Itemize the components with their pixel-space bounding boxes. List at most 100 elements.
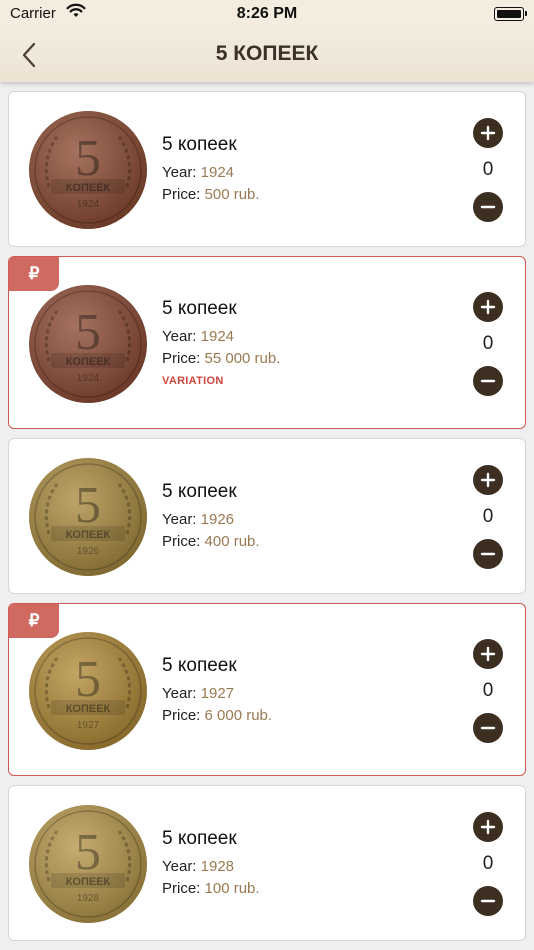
svg-text:5: 5 xyxy=(75,651,101,708)
year-label: Year: xyxy=(162,164,197,181)
coin-image: 5 КОПЕЕК 1924 xyxy=(27,283,149,405)
price-label: Price: xyxy=(162,186,201,203)
svg-text:1928: 1928 xyxy=(77,893,100,904)
price-label: Price: xyxy=(162,349,201,367)
navigation-bar: 5 КОПЕЕК xyxy=(0,28,534,82)
increment-button[interactable] xyxy=(473,465,503,495)
svg-text:КОПЕЕК: КОПЕЕК xyxy=(66,876,111,888)
price-value: 100 rub. xyxy=(204,880,260,897)
year-value: 1926 xyxy=(200,511,235,528)
year-label: Year: xyxy=(162,684,197,702)
minus-icon xyxy=(480,899,496,903)
coin-name: 5 копеек xyxy=(162,828,237,849)
quantity-value: 0 xyxy=(482,159,494,180)
year-row: Year: 1924 xyxy=(162,162,260,184)
year-row: Year: 1928 xyxy=(162,856,260,878)
svg-text:1927: 1927 xyxy=(77,720,100,731)
coin-card[interactable]: ₽ 5 КОПЕЕК xyxy=(8,603,526,776)
coin-card[interactable]: ₽ 5 КОПЕЕК xyxy=(8,256,526,429)
plus-icon xyxy=(480,472,496,488)
svg-text:1926: 1926 xyxy=(77,546,100,557)
coin-info: 5 копеек Year: 1924 Price: 55 000 rub. V… xyxy=(162,298,280,387)
coin-name: 5 копеек xyxy=(162,134,237,155)
minus-icon xyxy=(480,379,496,382)
coin-image: 5 КОПЕЕК 1926 xyxy=(27,456,149,578)
price-value: 6 000 rub. xyxy=(204,706,273,724)
increment-button[interactable] xyxy=(473,812,503,842)
minus-icon xyxy=(480,205,496,209)
coin-image: 5 КОПЕЕК 1924 xyxy=(27,109,149,231)
increment-button[interactable] xyxy=(473,291,503,322)
quantity-stepper: 0 xyxy=(473,638,503,743)
minus-icon xyxy=(480,726,496,729)
coin-image: 5 КОПЕЕК 1927 xyxy=(27,630,149,752)
year-label: Year: xyxy=(162,511,197,528)
quantity-stepper: 0 xyxy=(473,118,503,222)
svg-text:КОПЕЕК: КОПЕЕК xyxy=(66,182,111,194)
quantity-value: 0 xyxy=(482,506,494,527)
year-value: 1924 xyxy=(200,327,235,345)
coin-card[interactable]: 5 КОПЕЕК 1928 5 копеек Year: 1928 Price:… xyxy=(8,785,526,941)
year-row: Year: 1926 xyxy=(162,509,260,531)
decrement-button[interactable] xyxy=(473,712,503,743)
coin-info: 5 копеек Year: 1926 Price: 400 rub. xyxy=(162,481,260,553)
page-title: 5 КОПЕЕК xyxy=(215,42,319,65)
svg-text:5: 5 xyxy=(75,130,101,187)
svg-text:КОПЕЕК: КОПЕЕК xyxy=(66,703,111,715)
coin-info: 5 копеек Year: 1924 Price: 500 rub. xyxy=(162,134,260,206)
svg-text:5: 5 xyxy=(75,304,101,361)
coin-name: 5 копеек xyxy=(162,654,237,676)
price-row: Price: 55 000 rub. xyxy=(162,348,280,370)
quantity-stepper: 0 xyxy=(473,812,503,916)
increment-button[interactable] xyxy=(473,638,503,669)
quantity-stepper: 0 xyxy=(473,291,503,396)
price-value: 400 rub. xyxy=(204,533,260,550)
clock: 8:26 PM xyxy=(236,5,298,22)
svg-text:5: 5 xyxy=(75,477,101,534)
year-label: Year: xyxy=(162,327,197,345)
year-label: Year: xyxy=(162,858,197,875)
coin-name: 5 копеек xyxy=(162,297,237,319)
quantity-value: 0 xyxy=(482,332,494,354)
svg-text:КОПЕЕК: КОПЕЕК xyxy=(66,529,111,541)
year-value: 1924 xyxy=(200,164,235,181)
price-value: 500 rub. xyxy=(204,186,260,203)
minus-icon xyxy=(480,552,496,556)
svg-text:5: 5 xyxy=(75,824,101,881)
coin-card[interactable]: 5 КОПЕЕК 1926 5 копеек Year: 1926 Price:… xyxy=(8,438,526,594)
price-row: Price: 6 000 rub. xyxy=(162,705,272,727)
decrement-button[interactable] xyxy=(473,886,503,916)
year-row: Year: 1924 xyxy=(162,326,280,348)
coin-info: 5 копеек Year: 1927 Price: 6 000 rub. xyxy=(162,655,272,727)
plus-icon xyxy=(480,819,496,835)
coin-name: 5 копеек xyxy=(162,481,237,502)
increment-button[interactable] xyxy=(473,118,503,148)
year-row: Year: 1927 xyxy=(162,683,272,705)
plus-icon xyxy=(480,125,496,141)
coin-card[interactable]: 5 КОПЕЕК 1924 5 копеек Year: 1924 Price:… xyxy=(8,91,526,247)
variation-label: VARIATION xyxy=(162,374,224,387)
svg-text:1924: 1924 xyxy=(77,373,100,384)
svg-text:1924: 1924 xyxy=(77,199,100,210)
decrement-button[interactable] xyxy=(473,539,503,569)
year-value: 1928 xyxy=(200,858,235,875)
quantity-stepper: 0 xyxy=(473,465,503,569)
svg-text:КОПЕЕК: КОПЕЕК xyxy=(66,356,111,368)
decrement-button[interactable] xyxy=(473,192,503,222)
coin-info: 5 копеек Year: 1928 Price: 100 rub. xyxy=(162,828,260,900)
price-value: 55 000 rub. xyxy=(204,349,281,367)
price-label: Price: xyxy=(162,706,201,724)
decrement-button[interactable] xyxy=(473,365,503,396)
price-label: Price: xyxy=(162,533,201,550)
plus-icon xyxy=(480,299,496,314)
quantity-value: 0 xyxy=(482,679,494,701)
status-bar: Carrier 8:26 PM xyxy=(0,0,534,28)
price-row: Price: 400 rub. xyxy=(162,531,260,553)
price-row: Price: 100 rub. xyxy=(162,878,260,900)
coin-image: 5 КОПЕЕК 1928 xyxy=(27,803,149,925)
year-value: 1927 xyxy=(200,684,235,702)
price-label: Price: xyxy=(162,880,201,897)
plus-icon xyxy=(480,646,496,661)
quantity-value: 0 xyxy=(482,853,494,874)
price-row: Price: 500 rub. xyxy=(162,184,260,206)
